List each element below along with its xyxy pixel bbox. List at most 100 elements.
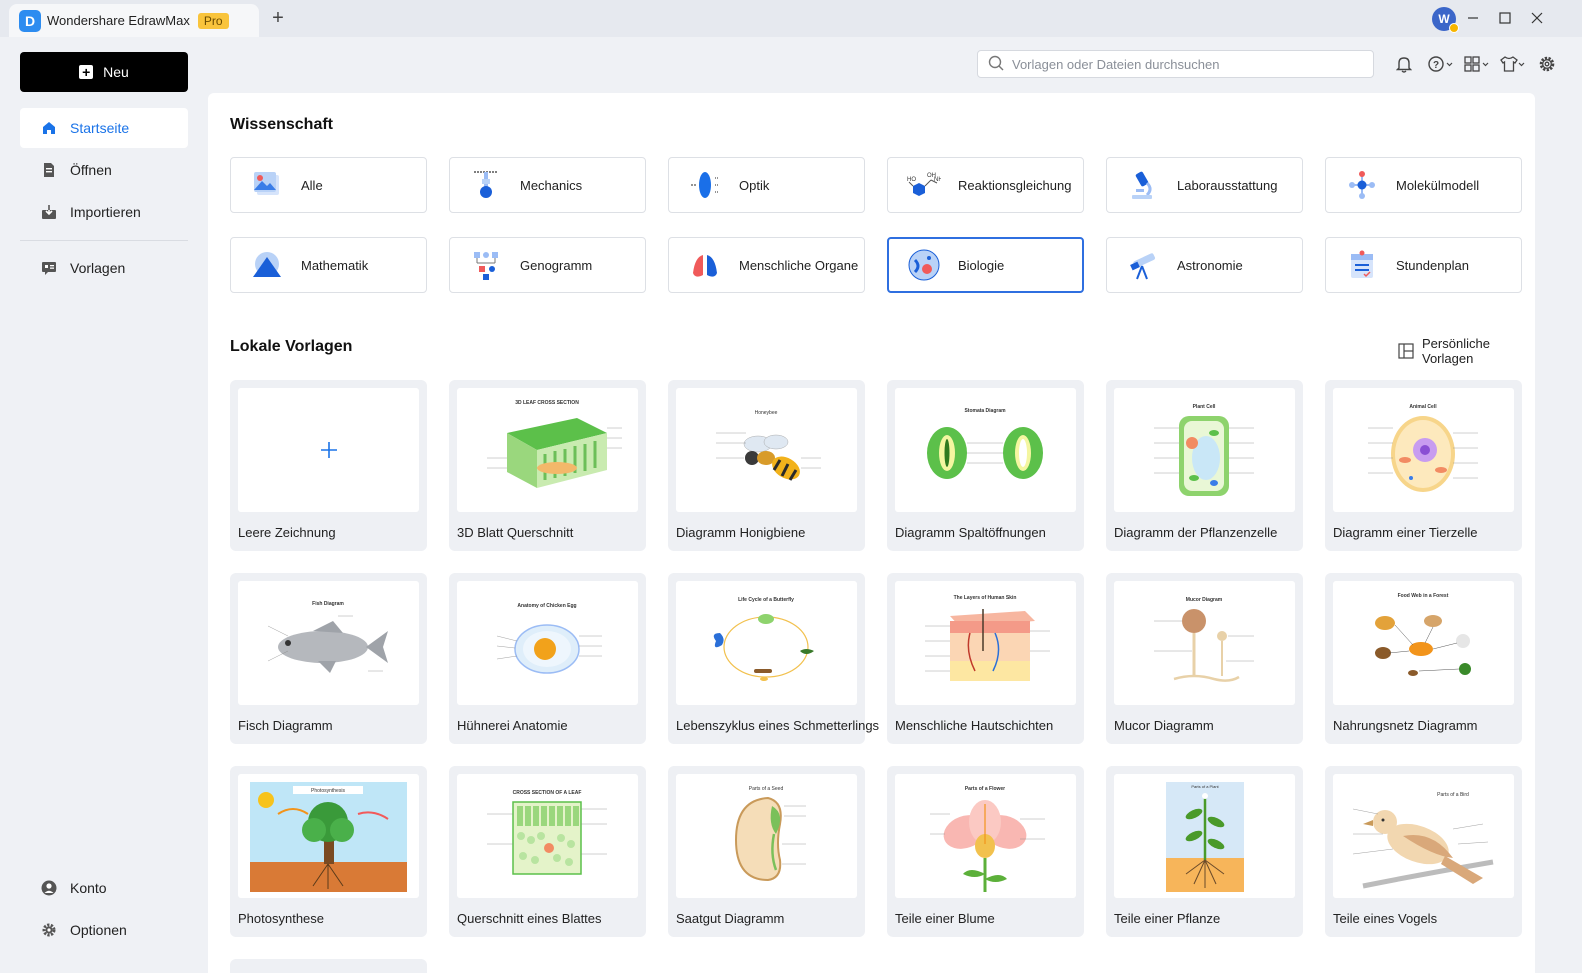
bell-icon[interactable] (1396, 54, 1412, 74)
template-card-blume[interactable]: Parts of a Flower Teile einer Blume (887, 766, 1084, 937)
new-button[interactable]: + Neu (20, 52, 188, 92)
template-card-vogel[interactable]: Parts of a Bird Teile eines Vogels (1325, 766, 1522, 937)
maximize-button[interactable] (1495, 8, 1515, 28)
help-icon[interactable]: ? (1428, 54, 1454, 74)
svg-text:HO: HO (907, 177, 916, 183)
template-label: Leere Zeichnung (238, 525, 336, 540)
category-molekuelmodell[interactable]: Molekülmodell (1325, 157, 1522, 213)
close-button[interactable] (1527, 8, 1547, 28)
template-card-fisch[interactable]: Fish Diagram Fisch Diagramm (230, 573, 427, 744)
template-thumbnail: Parts of a Bird (1333, 774, 1514, 898)
category-stundenplan[interactable]: Stundenplan (1325, 237, 1522, 293)
category-laborausstattung[interactable]: Laborausstattung (1106, 157, 1303, 213)
template-card-3d-blatt[interactable]: 3D LEAF CROSS SECTION 3D Blatt Querschni… (449, 380, 646, 551)
schedule-icon (1344, 247, 1380, 283)
category-biologie[interactable]: Biologie (887, 237, 1084, 293)
shirt-icon[interactable] (1500, 54, 1526, 74)
avatar-crown-badge (1449, 23, 1459, 33)
category-label: Astronomie (1177, 257, 1243, 273)
search-input[interactable] (1012, 56, 1352, 72)
template-thumbnail: Life Cycle of a Butterfly (676, 581, 857, 705)
account-icon (40, 879, 58, 897)
category-reaktionsgleichung[interactable]: OH NH HO Reaktionsgleichung (887, 157, 1084, 213)
category-label: Stundenplan (1396, 257, 1470, 273)
template-label: Diagramm Spaltöffnungen (895, 525, 1046, 540)
category-genogramm[interactable]: Genogramm (449, 237, 646, 293)
template-card-tierzelle[interactable]: Animal Cell Diagramm einer Tierzelle (1325, 380, 1522, 551)
sidebar-item-label: Importieren (70, 204, 141, 220)
template-label: Nahrungsnetz Diagramm (1333, 718, 1478, 733)
category-astronomie[interactable]: Astronomie (1106, 237, 1303, 293)
template-card-saatgut[interactable]: Parts of a Seed Saatgut Diagramm (668, 766, 865, 937)
template-label: Mucor Diagramm (1114, 718, 1214, 733)
category-mechanics[interactable]: Mechanics (449, 157, 646, 213)
template-card-partial (230, 959, 427, 973)
template-label: Diagramm einer Tierzelle (1333, 525, 1478, 540)
new-button-label: Neu (103, 64, 129, 80)
svg-text:Stomata Diagram: Stomata Diagram (964, 408, 1006, 414)
sidebar-item-startseite[interactable]: Startseite (20, 108, 188, 148)
template-card-querschnitt-blatt[interactable]: CROSS SECTION OF A LEAF Querschnitt eine… (449, 766, 646, 937)
minimize-button[interactable] (1463, 8, 1483, 28)
settings-icon[interactable] (1538, 54, 1556, 74)
app-tab[interactable]: D Wondershare EdrawMax Pro (9, 4, 259, 37)
cell-icon (906, 247, 942, 283)
molecule-icon (1344, 167, 1380, 203)
science-section-title: Wissenschaft (230, 116, 333, 133)
pendulum-icon (468, 167, 504, 203)
template-thumbnail: Stomata Diagram (895, 388, 1076, 512)
plus-icon (320, 442, 337, 458)
template-label: Lebenszyklus eines Schmetterlings (676, 718, 880, 733)
scrollbar[interactable] (1566, 93, 1582, 973)
apps-icon[interactable] (1464, 54, 1490, 74)
svg-text:The Layers of Human Skin: The Layers of Human Skin (954, 595, 1017, 601)
search-box[interactable] (977, 50, 1374, 78)
template-card-leere-zeichnung[interactable]: Leere Zeichnung (230, 380, 427, 551)
template-thumbnail: Anatomy of Chicken Egg (457, 581, 638, 705)
template-card-pflanze[interactable]: Parts of a Plant Teile einer Pflanze (1106, 766, 1303, 937)
svg-text:Photosynthesis: Photosynthesis (311, 788, 345, 794)
template-label: Fisch Diagramm (238, 718, 333, 733)
template-thumbnail: Fish Diagram (238, 581, 419, 705)
template-card-pflanzenzelle[interactable]: Plant Cell Diagramm der Pflanzenzelle (1106, 380, 1303, 551)
new-tab-button[interactable]: + (268, 8, 288, 28)
import-icon (40, 203, 58, 221)
template-card-nahrungsnetz[interactable]: Food Web in a Forest Nahrungsnetz Diagra… (1325, 573, 1522, 744)
template-thumbnail: Parts of a Seed (676, 774, 857, 898)
template-card-mucor[interactable]: Mucor Diagram Mucor Diagramm (1106, 573, 1303, 744)
template-thumbnail: Animal Cell (1333, 388, 1514, 512)
sidebar-item-oeffnen[interactable]: Öffnen (20, 150, 188, 190)
svg-text:?: ? (1433, 60, 1439, 71)
category-label: Biologie (958, 257, 1005, 273)
sidebar-item-vorlagen[interactable]: Vorlagen (20, 248, 188, 288)
template-card-schmetterling[interactable]: Life Cycle of a Butterfly Lebenszyklus e… (668, 573, 879, 744)
sidebar-item-konto[interactable]: Konto (20, 868, 188, 908)
template-card-huehnerei[interactable]: Anatomy of Chicken Egg Hühnerei Anatomie (449, 573, 646, 744)
category-label: Alle (301, 177, 323, 193)
file-icon (40, 161, 58, 179)
sidebar-item-label: Öffnen (70, 162, 112, 178)
title-bar: D Wondershare EdrawMax Pro + W (0, 0, 1582, 37)
svg-text:Anatomy of Chicken Egg: Anatomy of Chicken Egg (517, 603, 576, 609)
template-card-honigbiene[interactable]: Honeybee Diagramm Honigbiene (668, 380, 865, 551)
svg-text:Parts of a Flower: Parts of a Flower (965, 786, 1005, 792)
svg-text:Animal Cell: Animal Cell (1409, 404, 1437, 410)
template-label: Diagramm der Pflanzenzelle (1114, 525, 1278, 540)
template-thumbnail: 3D LEAF CROSS SECTION (457, 388, 638, 512)
template-card-photosynthese[interactable]: Photosynthesis Photosynthese (230, 766, 427, 937)
personal-templates-link[interactable]: Persönliche Vorlagen (1398, 336, 1535, 366)
template-label: Hühnerei Anatomie (457, 718, 568, 733)
svg-text:Honeybee: Honeybee (755, 410, 778, 416)
template-card-spaltoeffnungen[interactable]: Stomata Diagram Diagramm Spaltöffnungen (887, 380, 1084, 551)
template-card-hautschichten[interactable]: The Layers of Human Skin Menschliche Hau… (887, 573, 1084, 744)
category-mathematik[interactable]: Mathematik (230, 237, 427, 293)
category-label: Mechanics (520, 177, 583, 193)
category-alle[interactable]: Alle (230, 157, 427, 213)
sidebar-item-optionen[interactable]: Optionen (20, 910, 188, 950)
template-thumbnail: Parts of a Plant (1114, 774, 1295, 898)
molecule-formula-icon: OH NH HO (906, 167, 942, 203)
category-menschliche-organe[interactable]: Menschliche Organe (668, 237, 865, 293)
category-optik[interactable]: Optik (668, 157, 865, 213)
svg-text:Parts of a Seed: Parts of a Seed (749, 786, 784, 792)
sidebar-item-importieren[interactable]: Importieren (20, 192, 188, 232)
